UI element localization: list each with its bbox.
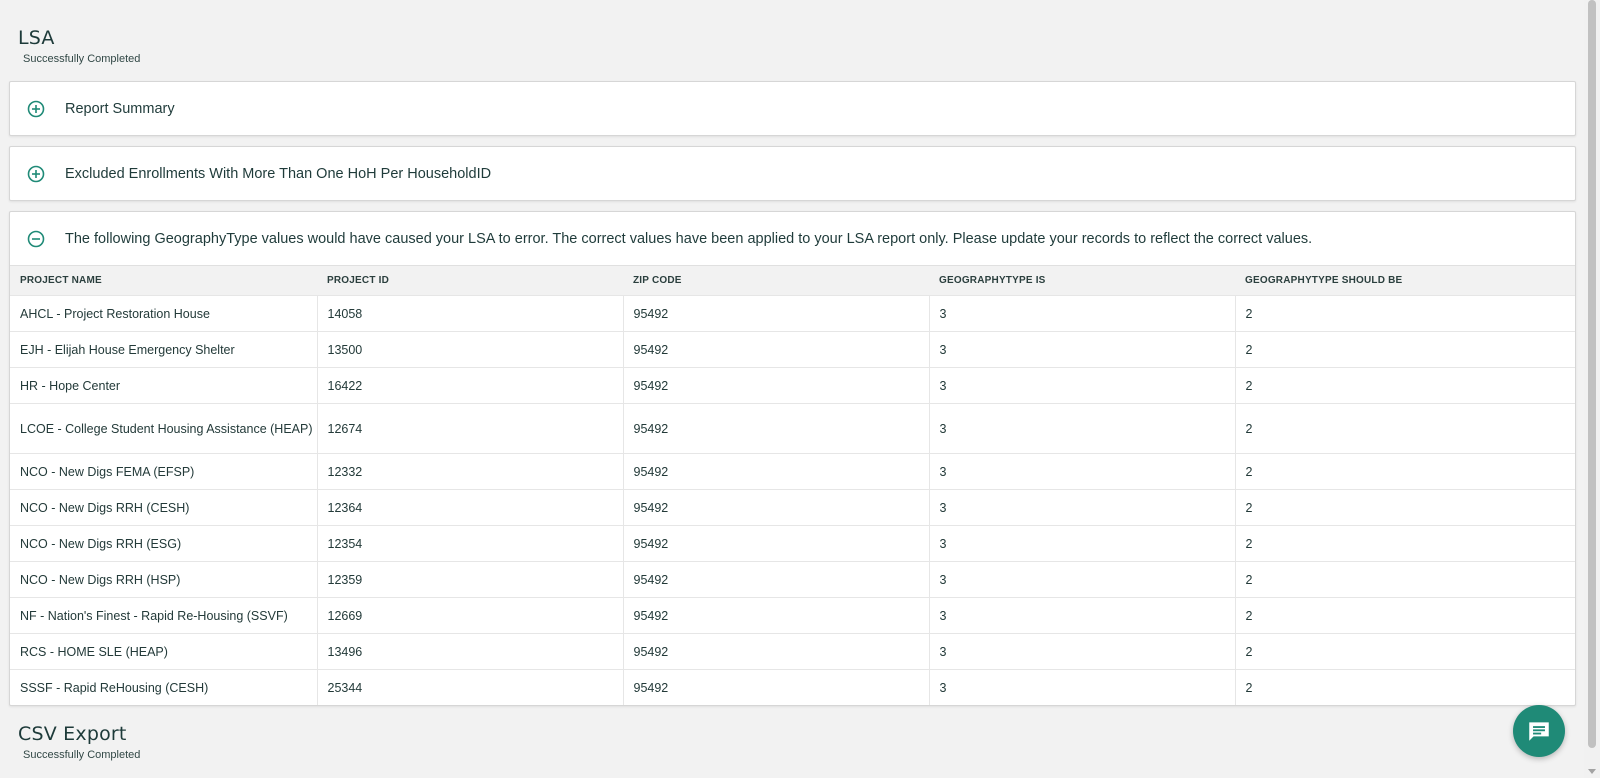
project-id-cell: 12669: [317, 597, 624, 634]
table-row: HR - Hope Center 16422 95492 3 2: [10, 367, 1575, 404]
geographytype-should-be-cell: 2: [1235, 367, 1575, 404]
geographytype-is-cell: 3: [929, 525, 1236, 562]
geographytype-is-cell: 3: [929, 561, 1236, 598]
csv-export-status: Successfully Completed: [23, 749, 141, 761]
project-name-cell: HR - Hope Center: [10, 367, 318, 404]
table-row: NCO - New Digs FEMA (EFSP) 12332 95492 3…: [10, 453, 1575, 490]
page: LSA Successfully Completed Report Summar…: [0, 0, 1600, 778]
project-id-cell: 25344: [317, 669, 624, 705]
table-row: NF - Nation's Finest - Rapid Re-Housing …: [10, 597, 1575, 634]
table-row: AHCL - Project Restoration House 14058 9…: [10, 295, 1575, 332]
column-header-geographytype-is[interactable]: GEOGRAPHYTYPE IS: [929, 265, 1235, 296]
lsa-title: LSA: [18, 27, 55, 49]
csv-export-title: CSV Export: [18, 723, 127, 745]
project-name-cell: NCO - New Digs RRH (CESH): [10, 489, 318, 526]
column-header-project-id[interactable]: PROJECT ID: [317, 265, 623, 296]
table-row: LCOE - College Student Housing Assistanc…: [10, 403, 1575, 454]
geographytype-should-be-cell: 2: [1235, 331, 1575, 368]
report-summary-panel: Report Summary: [9, 81, 1576, 136]
project-id-cell: 14058: [317, 295, 624, 332]
zip-code-cell: 95492: [623, 597, 930, 634]
report-content: LSA Successfully Completed Report Summar…: [0, 0, 1584, 778]
geographytype-should-be-cell: 2: [1235, 669, 1575, 705]
geographytype-should-be-cell: 2: [1235, 489, 1575, 526]
geographytype-is-cell: 3: [929, 367, 1236, 404]
table-row: NCO - New Digs RRH (CESH) 12364 95492 3 …: [10, 489, 1575, 526]
project-name-cell: LCOE - College Student Housing Assistanc…: [10, 403, 318, 454]
report-summary-toggle[interactable]: Report Summary: [10, 82, 1575, 135]
zip-code-cell: 95492: [623, 561, 930, 598]
zip-code-cell: 95492: [623, 331, 930, 368]
plus-circle-icon: [27, 100, 45, 117]
chat-button[interactable]: [1513, 705, 1565, 757]
zip-code-cell: 95492: [623, 403, 930, 454]
zip-code-cell: 95492: [623, 669, 930, 705]
project-id-cell: 13496: [317, 633, 624, 670]
geographytype-is-cell: 3: [929, 489, 1236, 526]
geography-type-panel: The following GeographyType values would…: [9, 211, 1576, 706]
geography-type-title: The following GeographyType values would…: [65, 230, 1313, 247]
chat-icon: [1529, 722, 1549, 741]
minus-circle-icon: [27, 230, 45, 247]
excluded-enrollments-panel: Excluded Enrollments With More Than One …: [9, 146, 1576, 201]
geographytype-should-be-cell: 2: [1235, 525, 1575, 562]
plus-circle-icon: [27, 165, 45, 182]
geographytype-is-cell: 3: [929, 295, 1236, 332]
csv-export-section-header: CSV Export Successfully Completed: [18, 723, 140, 761]
project-name-cell: NCO - New Digs RRH (ESG): [10, 525, 318, 562]
project-name-cell: RCS - HOME SLE (HEAP): [10, 633, 318, 670]
vertical-scrollbar[interactable]: [1584, 0, 1600, 778]
geographytype-should-be-cell: 2: [1235, 453, 1575, 490]
zip-code-cell: 95492: [623, 525, 930, 562]
zip-code-cell: 95492: [623, 633, 930, 670]
zip-code-cell: 95492: [623, 453, 930, 490]
project-name-cell: NF - Nation's Finest - Rapid Re-Housing …: [10, 597, 318, 634]
project-id-cell: 12359: [317, 561, 624, 598]
project-name-cell: EJH - Elijah House Emergency Shelter: [10, 331, 318, 368]
project-name-cell: NCO - New Digs FEMA (EFSP): [10, 453, 318, 490]
project-id-cell: 16422: [317, 367, 624, 404]
table-header-row: PROJECT NAME PROJECT ID ZIP CODE GEOGRAP…: [10, 265, 1575, 296]
project-id-cell: 13500: [317, 331, 624, 368]
column-header-project-name[interactable]: PROJECT NAME: [10, 265, 317, 296]
geographytype-is-cell: 3: [929, 633, 1236, 670]
geographytype-is-cell: 3: [929, 453, 1236, 490]
geographytype-is-cell: 3: [929, 403, 1236, 454]
column-header-geographytype-should-be[interactable]: GEOGRAPHYTYPE SHOULD BE: [1235, 265, 1575, 296]
table-row: NCO - New Digs RRH (ESG) 12354 95492 3 2: [10, 525, 1575, 562]
table-row: EJH - Elijah House Emergency Shelter 135…: [10, 331, 1575, 368]
zip-code-cell: 95492: [623, 367, 930, 404]
column-header-zip-code[interactable]: ZIP CODE: [623, 265, 929, 296]
geography-type-toggle[interactable]: The following GeographyType values would…: [10, 212, 1575, 265]
excluded-enrollments-toggle[interactable]: Excluded Enrollments With More Than One …: [10, 147, 1575, 200]
scrollbar-thumb[interactable]: [1588, 0, 1596, 748]
project-name-cell: AHCL - Project Restoration House: [10, 295, 318, 332]
project-id-cell: 12332: [317, 453, 624, 490]
zip-code-cell: 95492: [623, 295, 930, 332]
geographytype-should-be-cell: 2: [1235, 597, 1575, 634]
lsa-status: Successfully Completed: [23, 53, 141, 65]
project-name-cell: NCO - New Digs RRH (HSP): [10, 561, 318, 598]
geographytype-is-cell: 3: [929, 669, 1236, 705]
table-row: NCO - New Digs RRH (HSP) 12359 95492 3 2: [10, 561, 1575, 598]
geographytype-is-cell: 3: [929, 597, 1236, 634]
project-id-cell: 12364: [317, 489, 624, 526]
table-row: SSSF - Rapid ReHousing (CESH) 25344 9549…: [10, 669, 1575, 705]
scroll-down-arrow-icon[interactable]: [1588, 769, 1596, 774]
project-id-cell: 12354: [317, 525, 624, 562]
geographytype-should-be-cell: 2: [1235, 561, 1575, 598]
project-id-cell: 12674: [317, 403, 624, 454]
table-row: RCS - HOME SLE (HEAP) 13496 95492 3 2: [10, 633, 1575, 670]
report-summary-title: Report Summary: [65, 100, 175, 117]
excluded-enrollments-title: Excluded Enrollments With More Than One …: [65, 165, 492, 182]
project-name-cell: SSSF - Rapid ReHousing (CESH): [10, 669, 318, 705]
geographytype-should-be-cell: 2: [1235, 295, 1575, 332]
geographytype-should-be-cell: 2: [1235, 633, 1575, 670]
zip-code-cell: 95492: [623, 489, 930, 526]
geography-type-table: PROJECT NAME PROJECT ID ZIP CODE GEOGRAP…: [10, 265, 1575, 705]
geographytype-is-cell: 3: [929, 331, 1236, 368]
geographytype-should-be-cell: 2: [1235, 403, 1575, 454]
lsa-section-header: LSA Successfully Completed: [18, 27, 140, 65]
